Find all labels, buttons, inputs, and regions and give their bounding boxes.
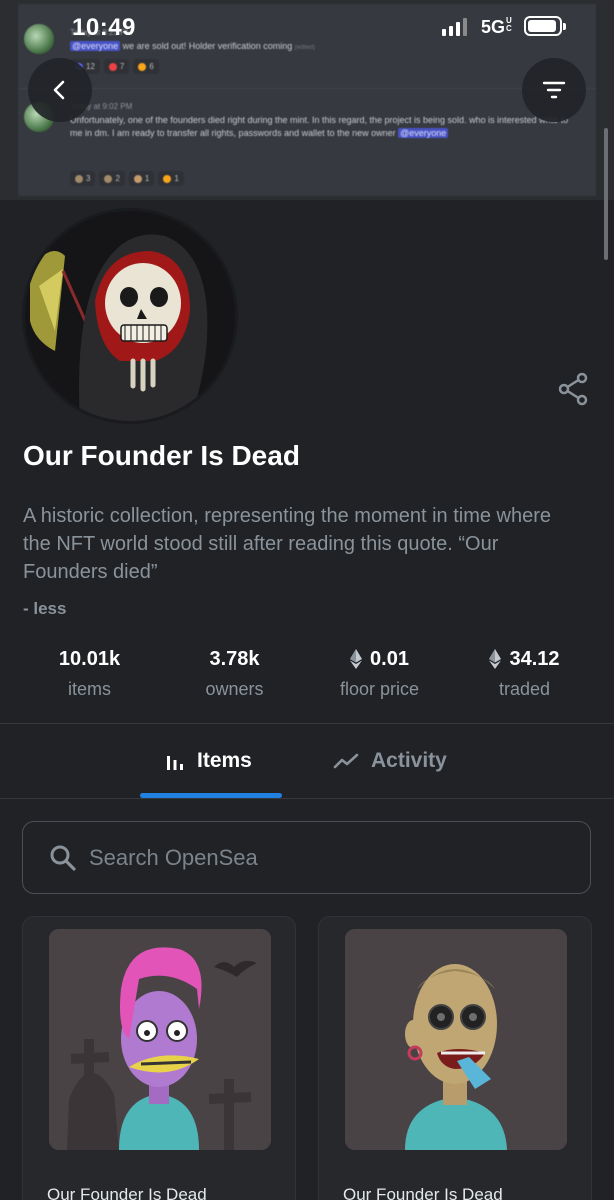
collection-avatar	[22, 208, 238, 424]
scrollbar[interactable]	[604, 128, 608, 260]
search-icon	[50, 845, 76, 871]
activity-trend-icon	[333, 753, 359, 769]
stat-value: 10.01k	[58, 647, 121, 670]
stat-label: floor price	[339, 679, 420, 699]
stat-items[interactable]: 10.01k items	[17, 645, 162, 700]
stat-label: items	[67, 679, 111, 699]
reaction-emoji-icon	[75, 174, 83, 183]
battery-icon	[524, 16, 566, 36]
reaction-emoji-icon	[163, 174, 172, 183]
filter-button[interactable]	[522, 58, 586, 122]
signal-icon	[442, 18, 467, 36]
collection-title: Our Founder Is Dead	[23, 440, 300, 471]
ethereum-icon	[350, 649, 363, 669]
network-indicator: 5GUC	[481, 16, 512, 38]
stat-traded[interactable]: 34.12 traded	[452, 645, 597, 700]
stat-value: 0.01	[370, 647, 409, 670]
stat-value: 34.12	[509, 647, 560, 670]
stat-floor-price[interactable]: 0.01 floor price	[307, 645, 452, 700]
nft-card[interactable]: Our Founder Is Dead	[318, 916, 592, 1200]
zombie-pink-hair-image	[49, 929, 271, 1150]
message-reactions: 3 2 1 1	[70, 171, 184, 186]
nft-image	[345, 929, 567, 1150]
collection-tabs: Items Activity	[0, 724, 614, 798]
divider	[0, 798, 614, 799]
reaction: 1	[158, 171, 184, 186]
message-divider	[18, 88, 596, 89]
reaction: 2	[99, 171, 125, 186]
reaction: 3	[70, 171, 96, 186]
show-less-link[interactable]: - less	[23, 599, 66, 619]
nft-card-name: Our Founder Is Dead	[343, 1185, 503, 1200]
reaction-emoji-icon	[104, 174, 113, 183]
stat-owners[interactable]: 3.78k owners	[162, 645, 307, 700]
nft-image	[49, 929, 271, 1150]
bar-chart-icon	[167, 756, 183, 770]
reaction-emoji-icon	[108, 62, 117, 71]
tab-items[interactable]: Items	[165, 724, 252, 798]
stat-label: owners	[205, 679, 264, 699]
search-placeholder: Search OpenSea	[89, 844, 258, 870]
reaction: 7	[103, 59, 130, 74]
reaction: 1	[128, 171, 155, 186]
tab-activity[interactable]: Activity	[333, 724, 447, 798]
stat-label: traded	[498, 679, 551, 699]
ethereum-icon	[489, 649, 502, 669]
nft-card[interactable]: Our Founder Is Dead	[22, 916, 296, 1200]
nft-card-name: Our Founder Is Dead	[47, 1185, 207, 1200]
share-button[interactable]	[558, 372, 590, 406]
tab-label: Activity	[371, 749, 447, 772]
reaction-emoji-icon	[138, 62, 147, 71]
collection-description: A historic collection, representing the …	[23, 505, 552, 583]
search-input[interactable]: Search OpenSea	[22, 821, 591, 894]
back-button[interactable]	[28, 58, 92, 122]
status-bar: 10:49 5GUC	[0, 0, 614, 56]
reaction: 6	[133, 59, 159, 74]
chevron-left-icon	[53, 80, 65, 100]
collection-stats: 10.01k items 3.78k owners 0.01 floor pri…	[17, 645, 597, 700]
message-text: Unfortunately, one of the founders died …	[70, 115, 569, 138]
share-icon	[558, 372, 588, 406]
status-time: 10:49	[72, 14, 136, 41]
reaper-skull-image	[25, 211, 235, 421]
filter-icon	[542, 81, 566, 99]
tab-label: Items	[197, 749, 252, 772]
mention: @everyone	[398, 128, 449, 138]
stat-value: 3.78k	[209, 647, 260, 670]
reaction-emoji-icon	[133, 174, 142, 183]
zombie-bald-image	[345, 929, 567, 1150]
